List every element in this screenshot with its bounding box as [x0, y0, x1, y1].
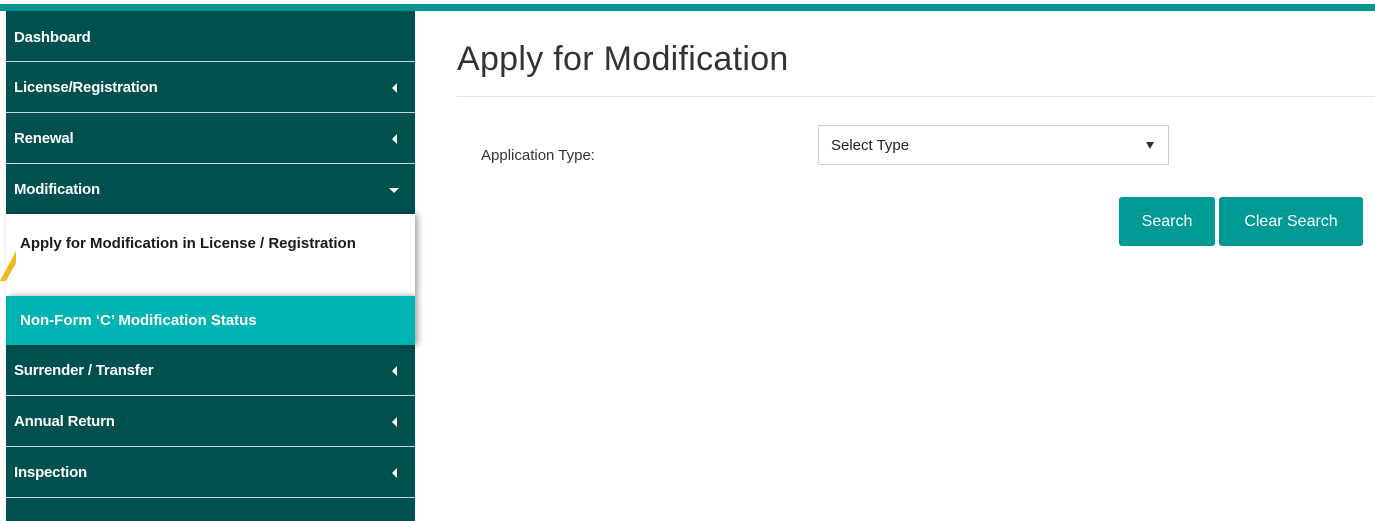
sidebar-item-label: Renewal [14, 129, 74, 147]
sidebar-item-label: Dashboard [14, 29, 91, 46]
sidebar-item-label: Annual Return [14, 412, 115, 430]
sidebar-item-inspection[interactable]: Inspection [6, 447, 415, 498]
pointer-arrow-icon [0, 251, 16, 281]
submenu-label: Apply for Modification in License / Regi… [20, 235, 356, 252]
caret-left-icon [392, 366, 397, 376]
sidebar-item-license-registration[interactable]: License/Registration [6, 62, 415, 113]
sidebar-item-modification[interactable]: Modification [6, 164, 415, 215]
search-button[interactable]: Search [1119, 197, 1215, 246]
sidebar-item-dashboard[interactable]: Dashboard [6, 11, 415, 62]
select-value: Select Type [831, 136, 910, 154]
top-accent-bar [0, 0, 1375, 11]
caret-left-icon [392, 134, 397, 144]
top-strip [0, 0, 1375, 4]
dropdown-caret-icon [1146, 142, 1154, 149]
sidebar-item-label: Inspection [14, 463, 88, 481]
application-type-label: Application Type: [481, 147, 595, 164]
clear-search-button[interactable]: Clear Search [1219, 197, 1363, 246]
submenu-modification-status[interactable]: Non-Form ‘C’ Modification Status [6, 296, 415, 345]
caret-left-icon [392, 417, 397, 427]
caret-left-icon [392, 468, 397, 478]
sidebar-item-surrender-transfer[interactable]: Surrender / Transfer [6, 345, 415, 396]
caret-left-icon [392, 83, 397, 93]
submenu-apply-for-modification[interactable]: Apply for Modification in License / Regi… [6, 214, 415, 296]
sidebar-item-renewal[interactable]: Renewal [6, 113, 415, 164]
application-type-select[interactable]: Select Type [818, 125, 1169, 165]
caret-down-icon [389, 188, 399, 193]
title-divider [457, 96, 1375, 97]
sidebar-item-annual-return[interactable]: Annual Return [6, 396, 415, 447]
sidebar-item-label: Surrender / Transfer [14, 361, 154, 379]
sidebar-item-label: License/Registration [14, 78, 158, 96]
page-title: Apply for Modification [457, 40, 789, 78]
sidebar-item-label: Modification [14, 180, 100, 198]
submenu-label: Non-Form ‘C’ Modification Status [20, 312, 257, 329]
